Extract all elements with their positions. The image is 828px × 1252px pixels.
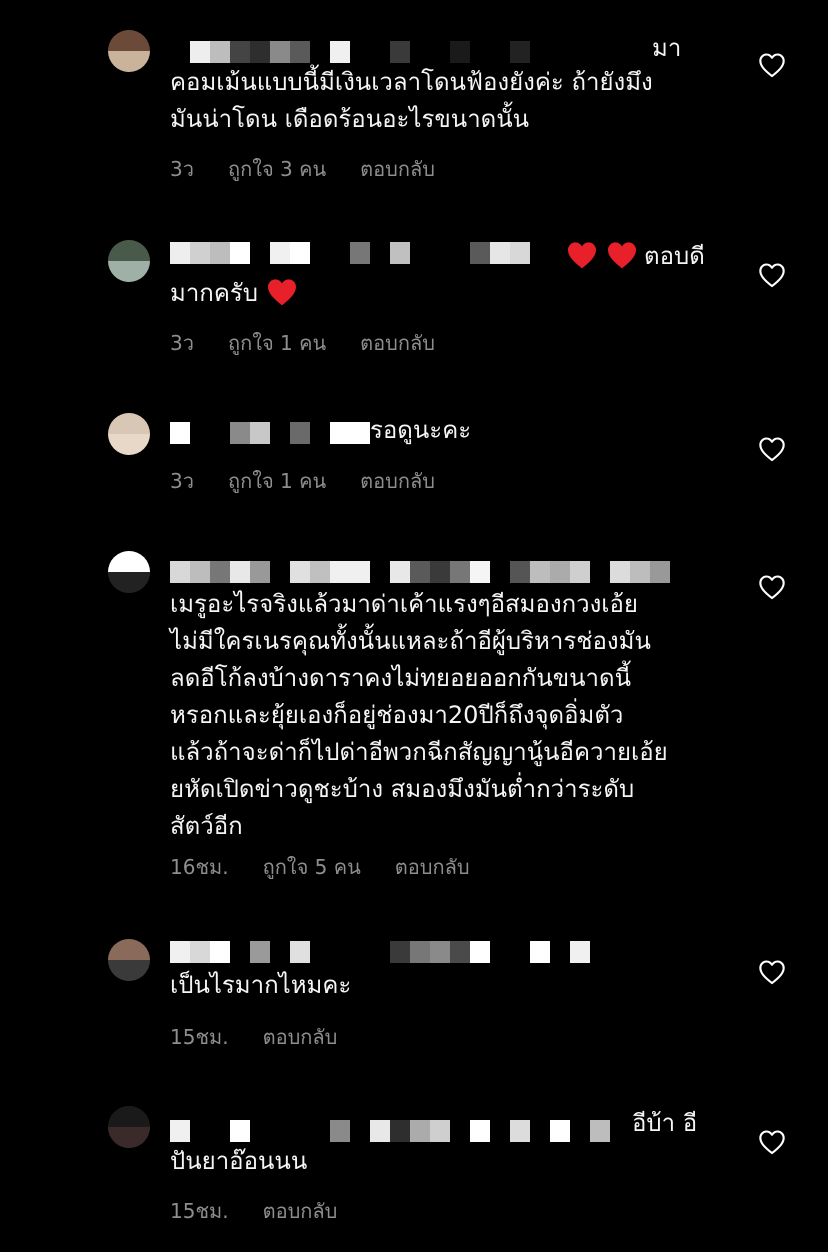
reply-button[interactable]: ตอบกลับ	[263, 1021, 338, 1053]
comment-text: เป็นไรมากไหมคะ	[170, 971, 352, 999]
heart-outline-icon[interactable]	[758, 959, 786, 985]
reply-button[interactable]: ตอบกลับ	[360, 153, 435, 185]
comment-text: เมรูอะไรจริงแล้วมาด่าเค้าแรงๆอีสมองกวงเอ…	[170, 590, 668, 840]
reply-button[interactable]: ตอบกลับ	[395, 851, 470, 883]
comment-time: 16ชม.	[170, 855, 229, 879]
red-heart-emoji	[608, 242, 636, 269]
heart-outline-icon[interactable]	[758, 436, 786, 462]
comment-text-tail: อีบ้า อี	[632, 1109, 698, 1137]
comment-meta: 3ว ถูกใจ 1 คน ตอบกลับ	[170, 327, 435, 359]
comment-meta: 15ชม. ตอบกลับ	[170, 1195, 337, 1227]
censored-username[interactable]	[170, 561, 670, 583]
censored-username[interactable]	[170, 941, 610, 963]
comment-meta: 15ชม. ตอบกลับ	[170, 1021, 337, 1053]
avatar[interactable]	[108, 1106, 150, 1148]
comment-time: 15ชม.	[170, 1199, 229, 1223]
censored-username[interactable]	[170, 1120, 610, 1142]
comment-text-tail: ตอบดี	[644, 242, 705, 270]
comment-text: คอมเม้นแบบนี้มีเงินเวลาโดนฟ้องยังค่ะ ถ้า…	[170, 68, 653, 133]
avatar[interactable]	[108, 240, 150, 282]
censored-username[interactable]	[170, 41, 630, 63]
avatar[interactable]	[108, 413, 150, 455]
comment-time: 3ว	[170, 331, 194, 355]
red-heart-emoji	[267, 279, 296, 306]
heart-outline-icon[interactable]	[758, 262, 786, 288]
avatar[interactable]	[108, 551, 150, 593]
heart-outline-icon[interactable]	[758, 52, 786, 78]
comment-time: 3ว	[170, 157, 194, 181]
comment-meta: 16ชม. ถูกใจ 5 คน ตอบกลับ	[170, 851, 470, 883]
comment-text: ปันยาอ๊อนนน	[170, 1147, 308, 1175]
comment-time: 3ว	[170, 469, 194, 493]
censored-username[interactable]	[170, 242, 530, 264]
comment-time: 15ชม.	[170, 1025, 229, 1049]
heart-outline-icon[interactable]	[758, 1129, 786, 1155]
reply-button[interactable]: ตอบกลับ	[360, 465, 435, 497]
heart-outline-icon[interactable]	[758, 574, 786, 600]
comment-meta: 3ว ถูกใจ 3 คน ตอบกลับ	[170, 153, 435, 185]
comment-likes[interactable]: ถูกใจ 1 คน	[228, 327, 326, 359]
comment-text-tail: มา	[652, 34, 682, 62]
reply-button[interactable]: ตอบกลับ	[360, 327, 435, 359]
red-heart-emoji	[568, 242, 596, 269]
comment-text-line: มากครับ	[170, 279, 259, 307]
avatar[interactable]	[108, 30, 150, 72]
comment-text-tail: รอดูนะคะ	[370, 416, 472, 444]
reply-button[interactable]: ตอบกลับ	[263, 1195, 338, 1227]
comment-likes[interactable]: ถูกใจ 1 คน	[228, 465, 326, 497]
avatar[interactable]	[108, 939, 150, 981]
comment-likes[interactable]: ถูกใจ 5 คน	[263, 851, 361, 883]
comment-meta: 3ว ถูกใจ 1 คน ตอบกลับ	[170, 465, 435, 497]
comment-text: มากครับ	[170, 275, 298, 312]
comment-likes[interactable]: ถูกใจ 3 คน	[228, 153, 326, 185]
censored-username[interactable]	[170, 422, 370, 444]
